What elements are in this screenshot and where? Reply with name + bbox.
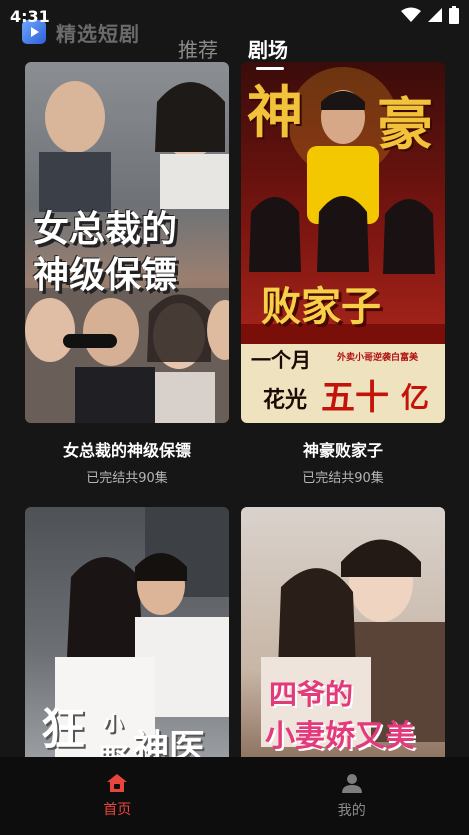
poster-caption: 一个月 [251, 348, 311, 372]
poster-caption: 神医 [133, 727, 206, 758]
drama-status: 已完结共90集 [302, 471, 384, 486]
poster-caption: 败家子 [261, 283, 381, 330]
nav-profile[interactable]: 我的 [235, 757, 469, 835]
user-icon [341, 774, 362, 793]
poster-caption: 野 [99, 735, 129, 758]
status-time: 4:31 [10, 6, 50, 26]
bottom-nav: 首页 我的 [0, 757, 469, 835]
active-tab-indicator [256, 67, 284, 70]
poster-caption: 小妻娇又美 [265, 719, 415, 754]
drama-title: 神豪败家子 [302, 441, 383, 460]
poster-caption: 花光 [263, 387, 308, 413]
poster-caption: 神 [247, 80, 303, 146]
drama-poster[interactable]: 神 豪 败家子 一个月 外卖小哥逆袭白富美 花光 五十 亿 [241, 62, 445, 423]
signal-icon [428, 8, 442, 22]
drama-status: 已完结共90集 [86, 471, 168, 486]
drama-card[interactable]: 神 豪 败家子 一个月 外卖小哥逆袭白富美 花光 五十 亿 神豪败家子 已完结共… [241, 62, 445, 486]
drama-card[interactable]: 四爷的 小妻娇又美 [241, 507, 445, 758]
drama-poster[interactable]: 狂 小 神医 野 [25, 507, 229, 758]
drama-card[interactable]: 女总裁的 神级保镖 女总裁的神级保镖 已完结共90集 [25, 62, 229, 486]
poster-caption: 小 [103, 711, 123, 735]
battery-icon [449, 6, 459, 24]
drama-poster[interactable]: 四爷的 小妻娇又美 [241, 507, 445, 758]
home-icon [107, 774, 128, 792]
nav-home-label: 首页 [103, 802, 132, 818]
drama-poster[interactable]: 女总裁的 神级保镖 [25, 62, 229, 423]
drama-grid: 女总裁的 神级保镖 女总裁的神级保镖 已完结共90集 神 豪 败家子 一个月 外… [0, 62, 469, 758]
status-icons [401, 6, 459, 24]
poster-caption: 狂 [41, 704, 85, 755]
nav-home[interactable]: 首页 [0, 757, 235, 835]
drama-title: 女总裁的神级保镖 [62, 441, 191, 460]
poster-caption: 神级保镖 [33, 254, 178, 296]
tab-recommend[interactable]: 推荐 [178, 34, 218, 63]
poster-caption: 五十 [321, 378, 389, 418]
poster-caption: 豪 [377, 92, 433, 158]
poster-caption: 亿 [401, 381, 430, 414]
poster-caption: 女总裁的 [33, 208, 178, 250]
tab-theater[interactable]: 剧场 [248, 34, 288, 63]
status-bar: 4:31 [0, 0, 469, 30]
drama-card[interactable]: 狂 小 神医 野 [25, 507, 229, 758]
poster-caption: 四爷的 [269, 678, 354, 711]
nav-profile-label: 我的 [337, 803, 366, 819]
top-tabs: 推荐 剧场 [0, 34, 469, 74]
poster-caption: 外卖小哥逆袭白富美 [337, 353, 419, 363]
wifi-icon [401, 7, 421, 22]
